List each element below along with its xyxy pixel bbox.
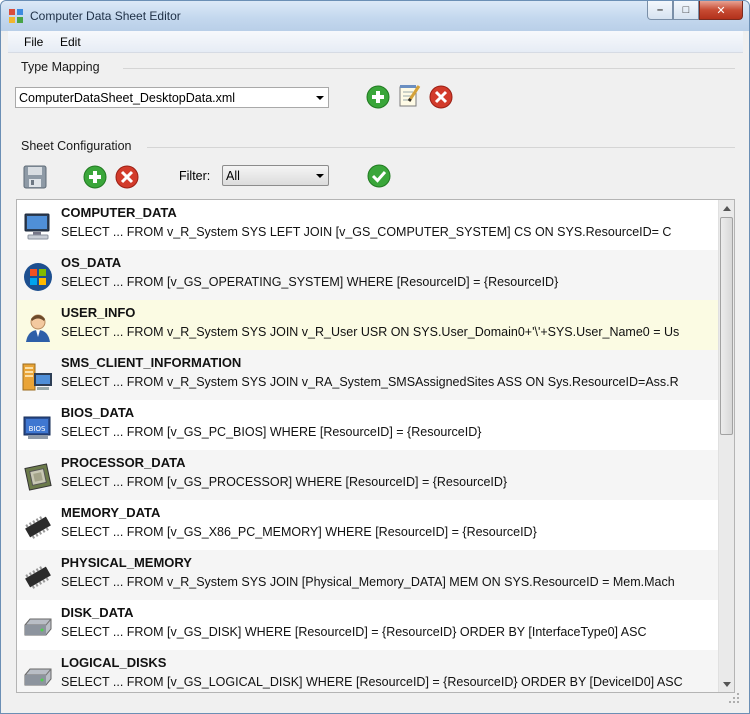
- sms-client-icon: [22, 363, 52, 391]
- row-name: USER_INFO: [61, 305, 136, 320]
- row-sql: SELECT ... FROM v_R_System SYS LEFT JOIN…: [61, 225, 672, 239]
- save-button[interactable]: [23, 165, 47, 189]
- filter-value: All: [226, 169, 240, 183]
- memory-chip-icon: [25, 516, 51, 539]
- delete-mapping-button[interactable]: [429, 85, 453, 109]
- sheet-list[interactable]: COMPUTER_DATA SELECT ... FROM v_R_System…: [16, 199, 735, 693]
- edit-mapping-button[interactable]: [397, 83, 421, 107]
- row-sql: SELECT ... FROM v_R_System SYS JOIN [Phy…: [61, 575, 675, 589]
- app-icon: [9, 9, 23, 23]
- row-sql: SELECT ... FROM [v_GS_OPERATING_SYSTEM] …: [61, 275, 559, 289]
- add-sheet-button[interactable]: [83, 165, 107, 189]
- list-item[interactable]: PROCESSOR_DATA SELECT ... FROM [v_GS_PRO…: [17, 450, 719, 500]
- memory-chip-icon: [25, 566, 51, 589]
- bios-icon: BIOS: [23, 416, 51, 439]
- list-item[interactable]: SMS_CLIENT_INFORMATION SELECT ... FROM v…: [17, 350, 719, 400]
- list-item[interactable]: COMPUTER_DATA SELECT ... FROM v_R_System…: [17, 200, 719, 250]
- hard-disk-icon: [24, 618, 52, 636]
- type-mapping-select[interactable]: ComputerDataSheet_DesktopData.xml: [15, 87, 329, 108]
- row-sql: SELECT ... FROM v_R_System SYS JOIN v_R_…: [61, 325, 680, 339]
- processor-icon: [24, 463, 52, 491]
- menu-bar: File Edit: [8, 31, 743, 53]
- list-item[interactable]: PHYSICAL_MEMORY SELECT ... FROM v_R_Syst…: [17, 550, 719, 600]
- bios-icon-label: BIOS: [29, 425, 46, 433]
- row-name: LOGICAL_DISKS: [61, 655, 167, 670]
- main-window: Computer Data Sheet Editor – □ ✕ File Ed…: [0, 0, 750, 714]
- windows-logo-icon: [24, 263, 52, 291]
- resize-grip-icon[interactable]: [728, 692, 740, 704]
- row-sql: SELECT ... FROM [v_GS_X86_PC_MEMORY] WHE…: [61, 525, 537, 539]
- list-item[interactable]: OS_DATA SELECT ... FROM [v_GS_OPERATING_…: [17, 250, 719, 300]
- scrollbar-thumb[interactable]: [720, 217, 733, 435]
- chevron-up-icon: [723, 205, 731, 211]
- minimize-button[interactable]: –: [647, 1, 673, 20]
- close-button[interactable]: ✕: [699, 1, 743, 20]
- list-item[interactable]: DISK_DATA SELECT ... FROM [v_GS_DISK] WH…: [17, 600, 719, 650]
- window-title: Computer Data Sheet Editor: [30, 9, 181, 23]
- sheet-config-divider: [147, 147, 735, 148]
- add-mapping-button[interactable]: [366, 85, 390, 109]
- maximize-button[interactable]: □: [673, 1, 699, 20]
- row-sql: SELECT ... FROM [v_GS_PC_BIOS] WHERE [Re…: [61, 425, 482, 439]
- row-name: DISK_DATA: [61, 605, 134, 620]
- row-sql: SELECT ... FROM [v_GS_DISK] WHERE [Resou…: [61, 625, 647, 639]
- row-name: COMPUTER_DATA: [61, 205, 177, 220]
- type-mapping-label: Type Mapping: [21, 60, 100, 74]
- row-name: PHYSICAL_MEMORY: [61, 555, 192, 570]
- computer-icon: [24, 213, 50, 240]
- list-item[interactable]: MEMORY_DATA SELECT ... FROM [v_GS_X86_PC…: [17, 500, 719, 550]
- list-item[interactable]: USER_INFO SELECT ... FROM v_R_System SYS…: [17, 300, 719, 350]
- apply-filter-button[interactable]: [367, 164, 391, 188]
- vertical-scrollbar[interactable]: [718, 200, 734, 692]
- row-sql: SELECT ... FROM [v_GS_PROCESSOR] WHERE […: [61, 475, 508, 489]
- list-item[interactable]: LOGICAL_DISKS SELECT ... FROM [v_GS_LOGI…: [17, 650, 719, 692]
- type-mapping-value: ComputerDataSheet_DesktopData.xml: [19, 91, 236, 105]
- type-mapping-divider: [123, 68, 735, 69]
- row-name: SMS_CLIENT_INFORMATION: [61, 355, 242, 370]
- user-icon: [26, 314, 50, 342]
- row-sql: SELECT ... FROM v_R_System SYS JOIN v_RA…: [61, 375, 679, 389]
- sheet-config-label: Sheet Configuration: [21, 139, 132, 153]
- chevron-down-icon: [723, 681, 731, 687]
- row-name: BIOS_DATA: [61, 405, 135, 420]
- title-bar[interactable]: Computer Data Sheet Editor – □ ✕: [1, 1, 749, 31]
- hard-disk-icon: [24, 668, 52, 686]
- menu-file[interactable]: File: [24, 35, 43, 49]
- filter-select[interactable]: All: [222, 165, 329, 186]
- row-name: MEMORY_DATA: [61, 505, 161, 520]
- scroll-up-button[interactable]: [719, 200, 734, 216]
- row-name: OS_DATA: [61, 255, 122, 270]
- list-item[interactable]: BIOS BIOS_DATA SELECT ... FROM [v_GS_PC_…: [17, 400, 719, 450]
- scroll-down-button[interactable]: [719, 676, 734, 692]
- row-name: PROCESSOR_DATA: [61, 455, 186, 470]
- filter-label: Filter:: [179, 169, 211, 183]
- caption-buttons: – □ ✕: [647, 1, 743, 21]
- delete-sheet-button[interactable]: [115, 165, 139, 189]
- row-sql: SELECT ... FROM [v_GS_LOGICAL_DISK] WHER…: [61, 675, 683, 689]
- chevron-down-icon: [316, 174, 324, 178]
- client-area: File Edit Type Mapping ComputerDataSheet…: [8, 31, 743, 707]
- chevron-down-icon: [316, 96, 324, 100]
- menu-edit[interactable]: Edit: [60, 35, 81, 49]
